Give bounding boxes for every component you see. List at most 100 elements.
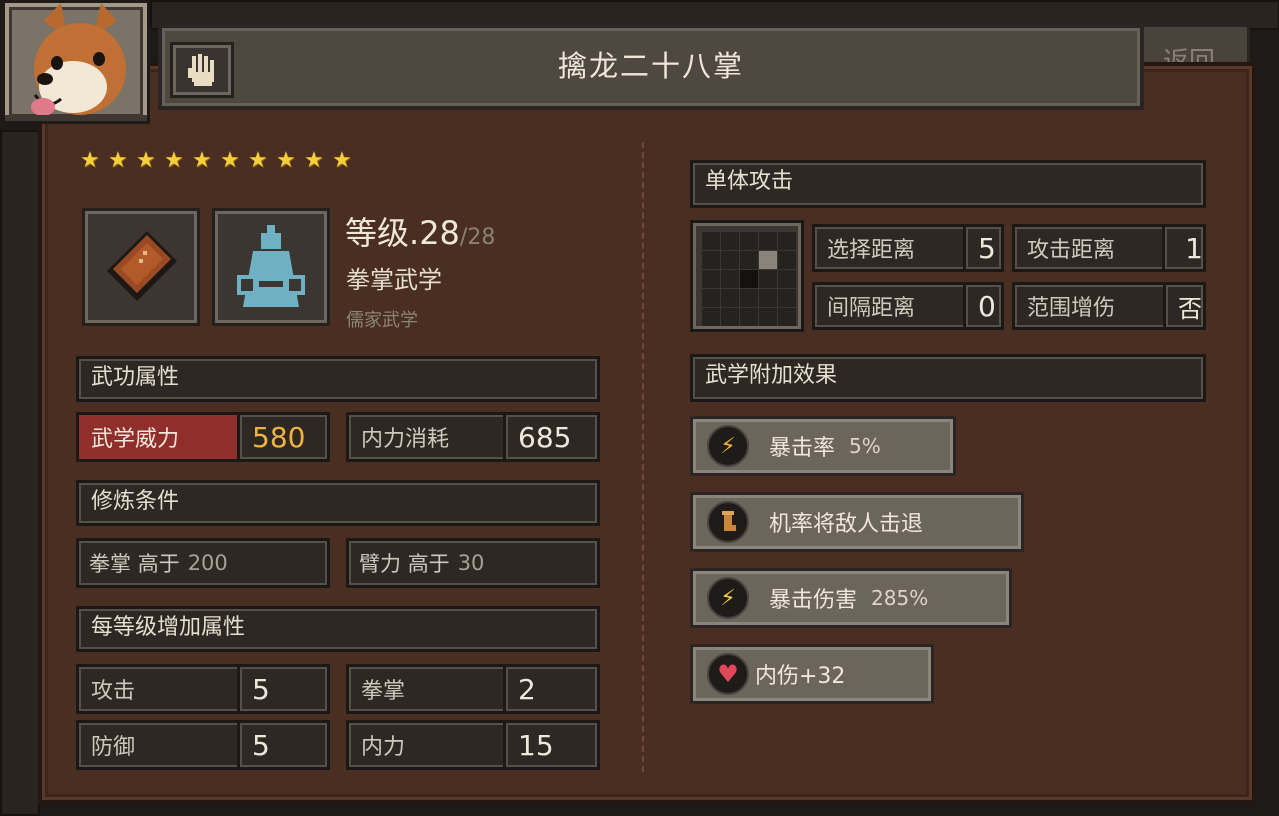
range-grid-cell (740, 270, 758, 288)
range-grid-cell (759, 308, 777, 326)
lightning-icon: ⚡ (707, 425, 749, 467)
range-grid-cell (778, 308, 796, 326)
attack-header: 单体攻击 (690, 160, 1206, 208)
hand-icon (188, 54, 214, 86)
effect-item[interactable]: ♥ 内伤+32 (690, 644, 934, 704)
palm-category-icon (170, 42, 234, 98)
power-value: 580 (252, 420, 306, 454)
requirement-value: 200 (187, 551, 228, 575)
effect-text: 机率将敌人击退 (769, 512, 924, 537)
range-grid (690, 220, 804, 332)
power-stat: 武学威力 580 (76, 412, 330, 462)
requirements-header: 修炼条件 (76, 480, 600, 526)
effect-text: 内伤+32 (755, 664, 846, 689)
skill-book-icon (82, 208, 200, 326)
range-grid-cell (721, 251, 739, 269)
level-display: 等级.28/28 (345, 208, 495, 254)
star-icon: ★ (276, 148, 296, 173)
range-grid-cell (702, 232, 720, 250)
stat-value: 5 (252, 672, 270, 706)
power-label: 武学威力 (79, 415, 240, 459)
attributes-header: 武功属性 (76, 356, 600, 402)
interval-value: 0 (978, 289, 996, 323)
star-icon: ★ (304, 148, 324, 173)
per-level-stat: 防御 5 (76, 720, 330, 770)
column-divider (642, 142, 644, 772)
level-label: 等级 (345, 214, 410, 252)
aoe-stat: 范围增伤 否 (1012, 282, 1206, 330)
stat-label: 拳掌 (349, 667, 506, 711)
effect-text: 暴击率 (769, 436, 836, 461)
range-grid-cell (702, 308, 720, 326)
star-icon: ★ (192, 148, 212, 173)
effect-value: 285% (871, 586, 929, 610)
range-grid-cell (778, 289, 796, 307)
star-icon: ★ (80, 148, 100, 173)
shiba-portrait-icon (5, 3, 147, 121)
star-rating: ★ ★ ★ ★ ★ ★ ★ ★ ★ ★ (80, 150, 354, 176)
boot-icon (707, 501, 749, 543)
skill-type: 拳掌武学 (346, 266, 442, 294)
range-grid-cell (702, 270, 720, 288)
requirement-cond: 高于 (137, 552, 180, 576)
requirement-item: 臂力 高于 30 (346, 538, 600, 588)
stat-label: 内力 (349, 723, 506, 767)
effect-item[interactable]: ⚡ 暴击率 5% (690, 416, 956, 476)
effect-text: 暴击伤害 (769, 588, 858, 613)
range-grid-cell (721, 270, 739, 288)
range-grid-cell (721, 289, 739, 307)
level-max: /28 (459, 225, 496, 250)
requirement-cond: 高于 (407, 552, 450, 576)
level-value: .28 (409, 214, 460, 252)
requirement-value: 30 (457, 551, 485, 575)
range-grid-cell (702, 289, 720, 307)
range-grid-cell (740, 251, 758, 269)
per-level-header: 每等级增加属性 (76, 606, 600, 652)
requirement-label: 拳掌 (89, 552, 131, 576)
star-icon: ★ (164, 148, 184, 173)
range-grid-cell (759, 289, 777, 307)
effect-item[interactable]: ⚡ 暴击伤害 285% (690, 568, 1012, 628)
star-icon: ★ (108, 148, 128, 173)
range-grid-cell (759, 232, 777, 250)
range-grid-cell (778, 251, 796, 269)
attack-range-label: 攻击距离 (1015, 227, 1166, 269)
interval-label: 间隔距离 (815, 285, 966, 327)
book-icon (107, 231, 177, 301)
skill-title: 擒龙二十八掌 (557, 49, 744, 83)
effect-value: 5% (849, 434, 881, 458)
range-grid-cell (740, 308, 758, 326)
star-icon: ★ (332, 148, 352, 173)
broken-heart-icon: ♥ (707, 653, 749, 695)
skill-school: 儒家武学 (346, 310, 418, 331)
interval-stat: 间隔距离 0 (812, 282, 1004, 330)
cost-label: 内力消耗 (349, 415, 506, 459)
attack-range-stat: 攻击距离 1 (1012, 224, 1206, 272)
range-grid-cell (759, 251, 777, 269)
effect-item[interactable]: 机率将敌人击退 (690, 492, 1024, 552)
range-grid-cell (740, 232, 758, 250)
requirement-label: 臂力 (359, 552, 401, 576)
effects-header: 武学附加效果 (690, 354, 1206, 402)
range-grid-cell (778, 232, 796, 250)
range-grid-cell (759, 270, 777, 288)
requirement-item: 拳掌 高于 200 (76, 538, 330, 588)
range-grid-cell (721, 308, 739, 326)
stat-label: 攻击 (79, 667, 240, 711)
aoe-value: 否 (1178, 294, 1202, 323)
range-grid-cell (740, 289, 758, 307)
attack-range-value: 1 (1185, 231, 1203, 265)
select-range-value: 5 (978, 231, 996, 265)
cost-value: 685 (518, 420, 572, 454)
star-icon: ★ (248, 148, 268, 173)
stat-label: 防御 (79, 723, 240, 767)
range-grid-cell (721, 232, 739, 250)
per-level-stat: 拳掌 2 (346, 664, 600, 714)
select-range-label: 选择距离 (815, 227, 966, 269)
stat-value: 15 (518, 728, 554, 762)
aoe-label: 范围增伤 (1015, 285, 1166, 327)
star-icon: ★ (136, 148, 156, 173)
range-grid-cell (702, 251, 720, 269)
dog-avatar[interactable] (2, 0, 150, 124)
range-grid-cells (702, 232, 796, 326)
